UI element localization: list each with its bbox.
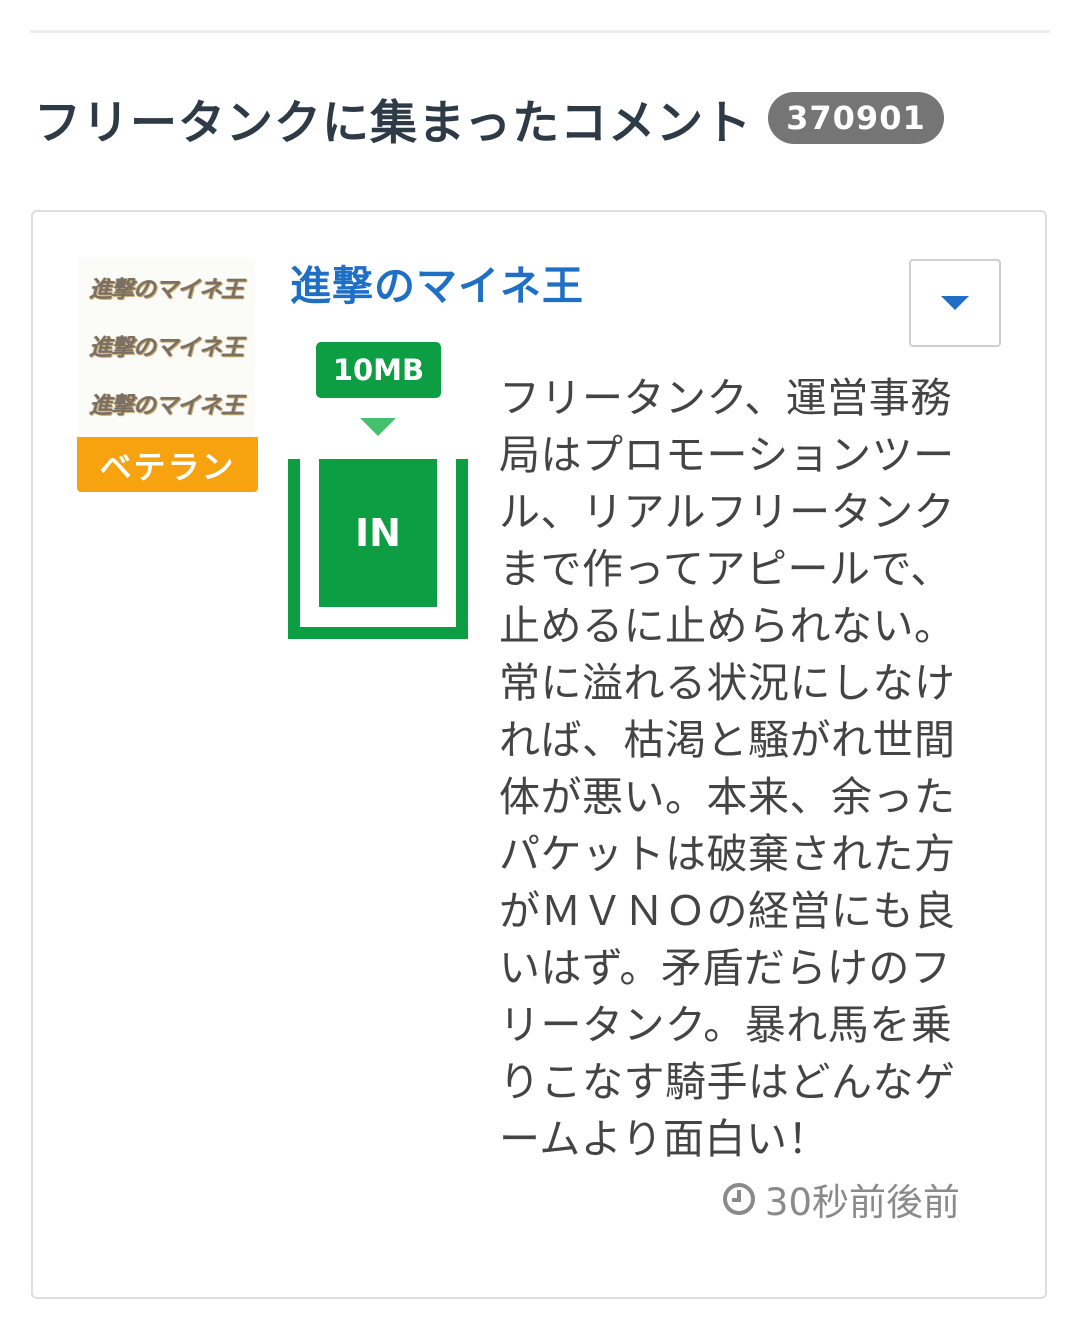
avatar[interactable]: 進撃のマイネ王 進撃のマイネ王 進撃のマイネ王 bbox=[77, 258, 255, 438]
comment-menu-button[interactable] bbox=[909, 259, 1001, 347]
avatar-logo-text: 進撃のマイネ王 bbox=[89, 392, 244, 419]
amount-badge: 10MB bbox=[316, 342, 441, 398]
chevron-down-icon bbox=[941, 296, 969, 310]
avatar-logo-text: 進撃のマイネ王 bbox=[89, 276, 244, 303]
tank-direction-label: IN bbox=[319, 459, 437, 607]
clock-icon bbox=[722, 1183, 755, 1215]
comment-count-badge: 370901 bbox=[768, 92, 944, 144]
tank-icon: IN bbox=[288, 459, 468, 639]
comment-text: フリータンク、運営事務局はプロモーションツール、リアルフリータンクまで作ってアピ… bbox=[499, 374, 956, 1163]
top-divider bbox=[30, 30, 1050, 33]
section-header: フリータンクに集まったコメント 370901 bbox=[34, 82, 944, 154]
arrow-down-icon bbox=[360, 418, 396, 436]
timestamp-text: 30秒前後前 bbox=[764, 1181, 960, 1224]
username-link[interactable]: 進撃のマイネ王 bbox=[290, 252, 584, 312]
comment-timestamp: 30秒前後前 bbox=[721, 1172, 960, 1226]
avatar-logo-text: 進撃のマイネ王 bbox=[89, 334, 244, 361]
rank-badge: ベテラン bbox=[77, 437, 258, 492]
section-title: フリータンクに集まったコメント bbox=[34, 95, 753, 151]
